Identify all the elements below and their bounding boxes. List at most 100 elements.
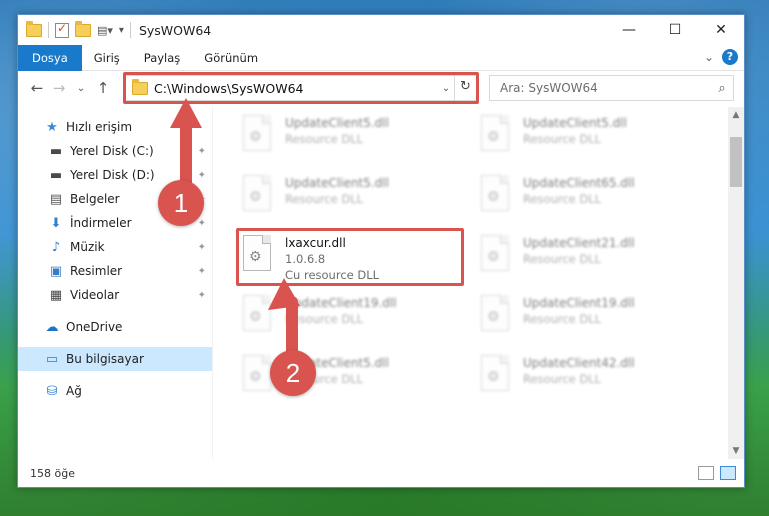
file-type: Resource DLL: [285, 192, 364, 206]
vertical-scrollbar[interactable]: ▲ ▼: [728, 107, 744, 459]
step-2-badge: 2: [270, 350, 316, 396]
sidebar-item-onedrive[interactable]: ☁ OneDrive: [18, 315, 212, 339]
file-type: Resource DLL: [523, 192, 602, 206]
toolbar-dropdown-icon[interactable]: ▾: [119, 25, 124, 36]
up-button[interactable]: ↑: [92, 79, 114, 97]
sidebar-item-label: Belgeler: [70, 192, 120, 206]
file-tile[interactable]: ⚙ UpdateClient42.dll Resource DLL: [481, 351, 701, 403]
file-tile[interactable]: ⚙ UpdateClient65.dll Resource DLL: [481, 171, 701, 223]
customize-toolbar-icon[interactable]: ▤▾: [97, 24, 113, 37]
music-icon: ♪: [51, 239, 61, 255]
file-name: UpdateClient5.dll: [285, 176, 389, 190]
search-icon[interactable]: ⌕: [711, 81, 733, 96]
help-icon[interactable]: ?: [722, 49, 738, 65]
sidebar-item-label: OneDrive: [66, 320, 123, 334]
sidebar-item-label: İndirmeler: [70, 216, 132, 230]
computer-icon: ▭: [45, 351, 59, 367]
expand-ribbon-icon[interactable]: ⌄: [704, 50, 714, 64]
sidebar-item-network[interactable]: ⛁ Ağ: [18, 379, 212, 403]
status-bar: 158 öğe: [18, 459, 744, 487]
pin-icon[interactable]: ✦: [198, 218, 206, 229]
maximize-button[interactable]: ☐: [652, 15, 698, 45]
details-view-icon[interactable]: [698, 466, 714, 480]
ribbon-right: ⌄ ?: [704, 49, 738, 65]
file-type: Resource DLL: [523, 252, 602, 266]
dll-file-icon: ⚙: [481, 295, 515, 335]
scrollbar-thumb[interactable]: [730, 137, 742, 187]
explorer-window: ▤▾ ▾ SysWOW64 — ☐ ✕ Dosya Giriş Paylaş G…: [17, 14, 745, 488]
file-type: Resource DLL: [523, 372, 602, 386]
tab-home[interactable]: Giriş: [82, 45, 132, 71]
network-icon: ⛁: [46, 383, 58, 399]
file-name: UpdateClient21.dll: [523, 236, 635, 250]
new-folder-icon[interactable]: [75, 20, 91, 37]
dll-file-icon: ⚙: [481, 235, 515, 275]
recent-locations-button[interactable]: ⌄: [70, 83, 92, 94]
navigation-pane: ★ Hızlı erişim ▬ Yerel Disk (C:) ✦ ▬ Yer…: [18, 107, 213, 459]
minimize-button[interactable]: —: [606, 15, 652, 45]
pin-icon[interactable]: ✦: [198, 146, 206, 157]
sidebar-item-videos[interactable]: ▦ Videolar ✦: [18, 283, 212, 307]
pin-icon[interactable]: ✦: [198, 266, 206, 277]
file-type: Resource DLL: [523, 132, 602, 146]
tab-view[interactable]: Görünüm: [192, 45, 270, 71]
address-bar[interactable]: C:\Windows\SysWOW64 ⌄ ↻: [125, 75, 477, 101]
pictures-icon: ▣: [49, 263, 63, 279]
sidebar-item-this-pc[interactable]: ▭ Bu bilgisayar: [18, 347, 212, 371]
file-name: lxaxcur.dll: [285, 236, 346, 250]
properties-icon[interactable]: [55, 21, 69, 38]
file-type: Resource DLL: [285, 132, 364, 146]
sidebar-item-quick-access[interactable]: ★ Hızlı erişim: [18, 115, 212, 139]
file-name: UpdateClient65.dll: [523, 176, 635, 190]
refresh-button[interactable]: ↻: [454, 76, 476, 100]
separator: [48, 22, 49, 38]
document-icon: ▤: [49, 191, 63, 207]
search-input[interactable]: Ara: SysWOW64: [500, 81, 711, 95]
close-button[interactable]: ✕: [698, 15, 744, 45]
file-list: ⚙ UpdateClient5.dll Resource DLL ⚙ Update…: [213, 107, 744, 459]
sidebar-item-music[interactable]: ♪ Müzik ✦: [18, 235, 212, 259]
sidebar-item-label: Resimler: [70, 264, 123, 278]
forward-button[interactable]: →: [48, 79, 70, 97]
file-name: UpdateClient19.dll: [523, 296, 635, 310]
file-type: Resource DLL: [285, 312, 364, 326]
file-tile[interactable]: ⚙ UpdateClient5.dll Resource DLL: [243, 111, 463, 163]
pin-icon[interactable]: ✦: [198, 170, 206, 181]
file-tile[interactable]: ⚙ UpdateClient21.dll Resource DLL: [481, 231, 701, 283]
file-tile[interactable]: ⚙ UpdateClient19.dll Resource DLL: [481, 291, 701, 343]
dll-file-icon: ⚙: [481, 115, 515, 155]
pin-icon[interactable]: ✦: [198, 242, 206, 253]
dll-file-icon: ⚙: [243, 175, 277, 215]
file-name: UpdateClient5.dll: [523, 116, 627, 130]
sidebar-item-pictures[interactable]: ▣ Resimler ✦: [18, 259, 212, 283]
address-path[interactable]: C:\Windows\SysWOW64: [154, 81, 438, 96]
tab-file[interactable]: Dosya: [18, 44, 82, 71]
scroll-down-icon[interactable]: ▼: [728, 443, 744, 459]
back-button[interactable]: ←: [26, 79, 48, 97]
drive-icon: ▬: [49, 167, 63, 183]
file-name: UpdateClient42.dll: [523, 356, 635, 370]
tab-share[interactable]: Paylaş: [132, 45, 193, 71]
quick-access-toolbar: ▤▾ ▾: [18, 20, 131, 38]
dll-file-icon: ⚙: [481, 175, 515, 215]
file-tile[interactable]: ⚙ UpdateClient5.dll Resource DLL: [481, 111, 701, 163]
file-tile[interactable]: ⚙ UpdateClient19.dll Resource DLL: [243, 291, 463, 343]
file-description: Cu resource DLL: [285, 268, 380, 282]
sidebar-item-local-disk-c[interactable]: ▬ Yerel Disk (C:) ✦: [18, 139, 212, 163]
file-name: UpdateClient5.dll: [285, 116, 389, 130]
navigation-bar: ← → ⌄ ↑ C:\Windows\SysWOW64 ⌄ ↻ Ara: Sys…: [18, 71, 744, 105]
step-1-badge: 1: [158, 180, 204, 226]
ribbon-tabs: Dosya Giriş Paylaş Görünüm ⌄ ?: [18, 44, 744, 71]
dll-file-icon: ⚙: [481, 355, 515, 395]
address-dropdown-icon[interactable]: ⌄: [438, 83, 454, 94]
pin-icon[interactable]: ✦: [198, 290, 206, 301]
search-box[interactable]: Ara: SysWOW64 ⌕: [489, 75, 734, 101]
sidebar-item-label: Yerel Disk (C:): [70, 144, 154, 158]
window-controls: — ☐ ✕: [606, 15, 744, 45]
scroll-up-icon[interactable]: ▲: [728, 107, 744, 123]
file-tile[interactable]: ⚙ UpdateClient5.dll Resource DLL: [243, 171, 463, 223]
item-count: 158 öğe: [30, 466, 75, 480]
file-tile-lxaxcur[interactable]: ⚙ lxaxcur.dll 1.0.6.8 Cu resource DLL: [243, 231, 463, 283]
tiles-view-icon[interactable]: [720, 466, 736, 480]
cloud-icon: ☁: [45, 319, 59, 335]
